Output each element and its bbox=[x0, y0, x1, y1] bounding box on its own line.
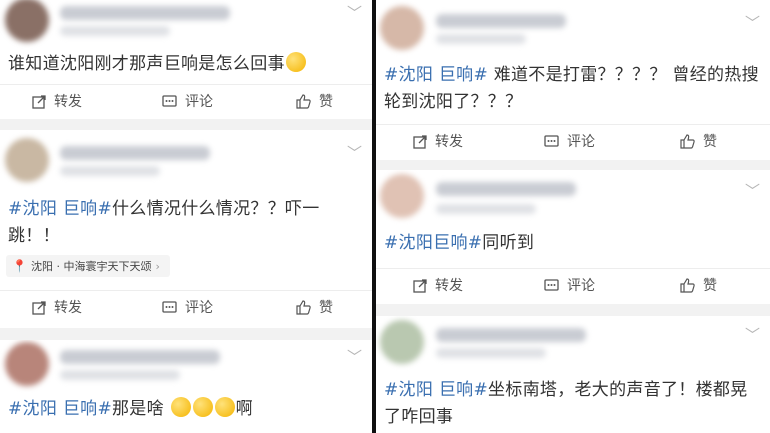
comment-button[interactable]: 评论 bbox=[162, 85, 213, 119]
post-actions: 转发 评论 赞 bbox=[376, 124, 770, 158]
post-header: ﹀ bbox=[376, 0, 770, 50]
repost-button[interactable]: 转发 bbox=[32, 85, 82, 119]
feed-post: ﹀ #沈阳 巨响# 难道不是打雷？？？？ 曾经的热搜轮到沈阳了？？？ 转发 评论… bbox=[376, 0, 770, 160]
repost-icon bbox=[413, 135, 427, 149]
topic-hashtag-link[interactable]: #沈阳 巨响# bbox=[384, 380, 488, 400]
feed-post: ﹀ #沈阳 巨响#坐标南塔，老大的声音了！楼都晃了咋回事 bbox=[376, 316, 770, 433]
feed-post: ﹀ #沈阳 巨响#什么情况什么情况？？吓一跳！！ 📍 沈阳 · 中海寰宇天下天颂 ›… bbox=[0, 130, 372, 328]
post-text: 那是啥 bbox=[112, 399, 164, 419]
right-feed-column: ﹀ #沈阳 巨响# 难道不是打雷？？？？ 曾经的热搜轮到沈阳了？？？ 转发 评论… bbox=[376, 0, 770, 433]
post-meta-blurred bbox=[436, 204, 536, 214]
post-content: #沈阳 巨响#什么情况什么情况？？吓一跳！！ bbox=[8, 196, 362, 250]
like-icon bbox=[296, 300, 311, 315]
like-button[interactable]: 赞 bbox=[296, 291, 333, 325]
chevron-down-icon[interactable]: ﹀ bbox=[347, 350, 362, 365]
emoji-icon bbox=[285, 52, 306, 72]
repost-button[interactable]: 转发 bbox=[413, 269, 463, 303]
username-blurred[interactable] bbox=[60, 350, 220, 364]
post-header: ﹀ bbox=[0, 0, 372, 44]
like-icon bbox=[296, 94, 311, 109]
topic-hashtag-link[interactable]: #沈阳 巨响# bbox=[8, 199, 112, 219]
emoji-icon bbox=[214, 397, 235, 417]
comment-icon bbox=[162, 301, 177, 313]
chevron-down-icon[interactable]: ﹀ bbox=[745, 184, 760, 199]
post-content: #沈阳巨响#同听到 bbox=[384, 230, 760, 257]
comment-button[interactable]: 评论 bbox=[544, 125, 595, 159]
post-header: ﹀ bbox=[376, 316, 770, 364]
post-text: 同听到 bbox=[482, 233, 535, 253]
post-content: #沈阳 巨响#坐标南塔，老大的声音了！楼都晃了咋回事 bbox=[384, 377, 760, 431]
repost-icon bbox=[32, 95, 46, 109]
post-header: ﹀ bbox=[0, 340, 372, 386]
feed-post: ﹀ 谁知道沈阳刚才那声巨响是怎么回事 转发 评论 赞 bbox=[0, 0, 372, 119]
post-meta-blurred bbox=[436, 34, 526, 44]
username-blurred[interactable] bbox=[436, 14, 566, 28]
repost-icon bbox=[413, 279, 427, 293]
feed-post: ﹀ #沈阳 巨响#那是啥 啊 bbox=[0, 340, 372, 433]
comment-icon bbox=[544, 135, 559, 147]
chevron-right-icon: › bbox=[155, 260, 160, 273]
location-tag[interactable]: 📍 沈阳 · 中海寰宇天下天颂 › bbox=[6, 255, 170, 277]
avatar[interactable] bbox=[5, 342, 49, 386]
username-blurred[interactable] bbox=[60, 146, 210, 160]
like-icon bbox=[680, 134, 695, 149]
avatar[interactable] bbox=[380, 6, 424, 50]
emoji-icon bbox=[192, 397, 213, 417]
post-actions: 转发 评论 赞 bbox=[0, 290, 372, 324]
like-button[interactable]: 赞 bbox=[680, 269, 717, 303]
post-content: #沈阳 巨响#那是啥 啊 bbox=[8, 396, 362, 423]
post-content: #沈阳 巨响# 难道不是打雷？？？？ 曾经的热搜轮到沈阳了？？？ bbox=[384, 62, 760, 116]
screenshot-root: ﹀ 谁知道沈阳刚才那声巨响是怎么回事 转发 评论 赞 ﹀ #沈阳 巨响#什么情况… bbox=[0, 0, 770, 433]
post-text: 谁知道沈阳刚才那声巨响是怎么回事 bbox=[8, 54, 285, 74]
repost-icon bbox=[32, 301, 46, 315]
chevron-down-icon[interactable]: ﹀ bbox=[745, 16, 760, 31]
post-actions: 转发 评论 赞 bbox=[0, 84, 372, 118]
like-icon bbox=[680, 278, 695, 293]
repost-button[interactable]: 转发 bbox=[413, 125, 463, 159]
chevron-down-icon[interactable]: ﹀ bbox=[745, 328, 760, 343]
topic-hashtag-link[interactable]: #沈阳巨响# bbox=[384, 233, 482, 253]
avatar[interactable] bbox=[5, 0, 49, 42]
comment-button[interactable]: 评论 bbox=[544, 269, 595, 303]
post-header: ﹀ bbox=[0, 130, 372, 182]
chevron-down-icon[interactable]: ﹀ bbox=[347, 146, 362, 161]
feed-post: ﹀ #沈阳巨响#同听到 转发 评论 赞 bbox=[376, 170, 770, 304]
topic-hashtag-link[interactable]: #沈阳 巨响# bbox=[8, 399, 112, 419]
emoji-icon bbox=[170, 397, 191, 417]
post-content: 谁知道沈阳刚才那声巨响是怎么回事 bbox=[8, 51, 362, 78]
location-pin-icon: 📍 bbox=[12, 259, 27, 273]
post-actions: 转发 评论 赞 bbox=[376, 268, 770, 302]
like-button[interactable]: 赞 bbox=[680, 125, 717, 159]
avatar[interactable] bbox=[380, 320, 424, 364]
username-blurred[interactable] bbox=[436, 328, 586, 342]
topic-hashtag-link[interactable]: #沈阳 巨响# bbox=[384, 65, 488, 85]
comment-icon bbox=[544, 279, 559, 291]
username-blurred[interactable] bbox=[436, 182, 576, 196]
post-text-tail: 啊 bbox=[235, 399, 253, 419]
post-meta-blurred bbox=[60, 166, 160, 176]
chevron-down-icon[interactable]: ﹀ bbox=[347, 6, 362, 21]
repost-button[interactable]: 转发 bbox=[32, 291, 82, 325]
post-header: ﹀ bbox=[376, 170, 770, 218]
like-button[interactable]: 赞 bbox=[296, 85, 333, 119]
avatar[interactable] bbox=[5, 138, 49, 182]
comment-icon bbox=[162, 95, 177, 107]
username-blurred[interactable] bbox=[60, 6, 230, 20]
post-meta-blurred bbox=[60, 26, 170, 36]
comment-button[interactable]: 评论 bbox=[162, 291, 213, 325]
post-meta-blurred bbox=[60, 370, 180, 380]
left-feed-column: ﹀ 谁知道沈阳刚才那声巨响是怎么回事 转发 评论 赞 ﹀ #沈阳 巨响#什么情况… bbox=[0, 0, 372, 433]
post-meta-blurred bbox=[436, 348, 546, 358]
avatar[interactable] bbox=[380, 174, 424, 218]
